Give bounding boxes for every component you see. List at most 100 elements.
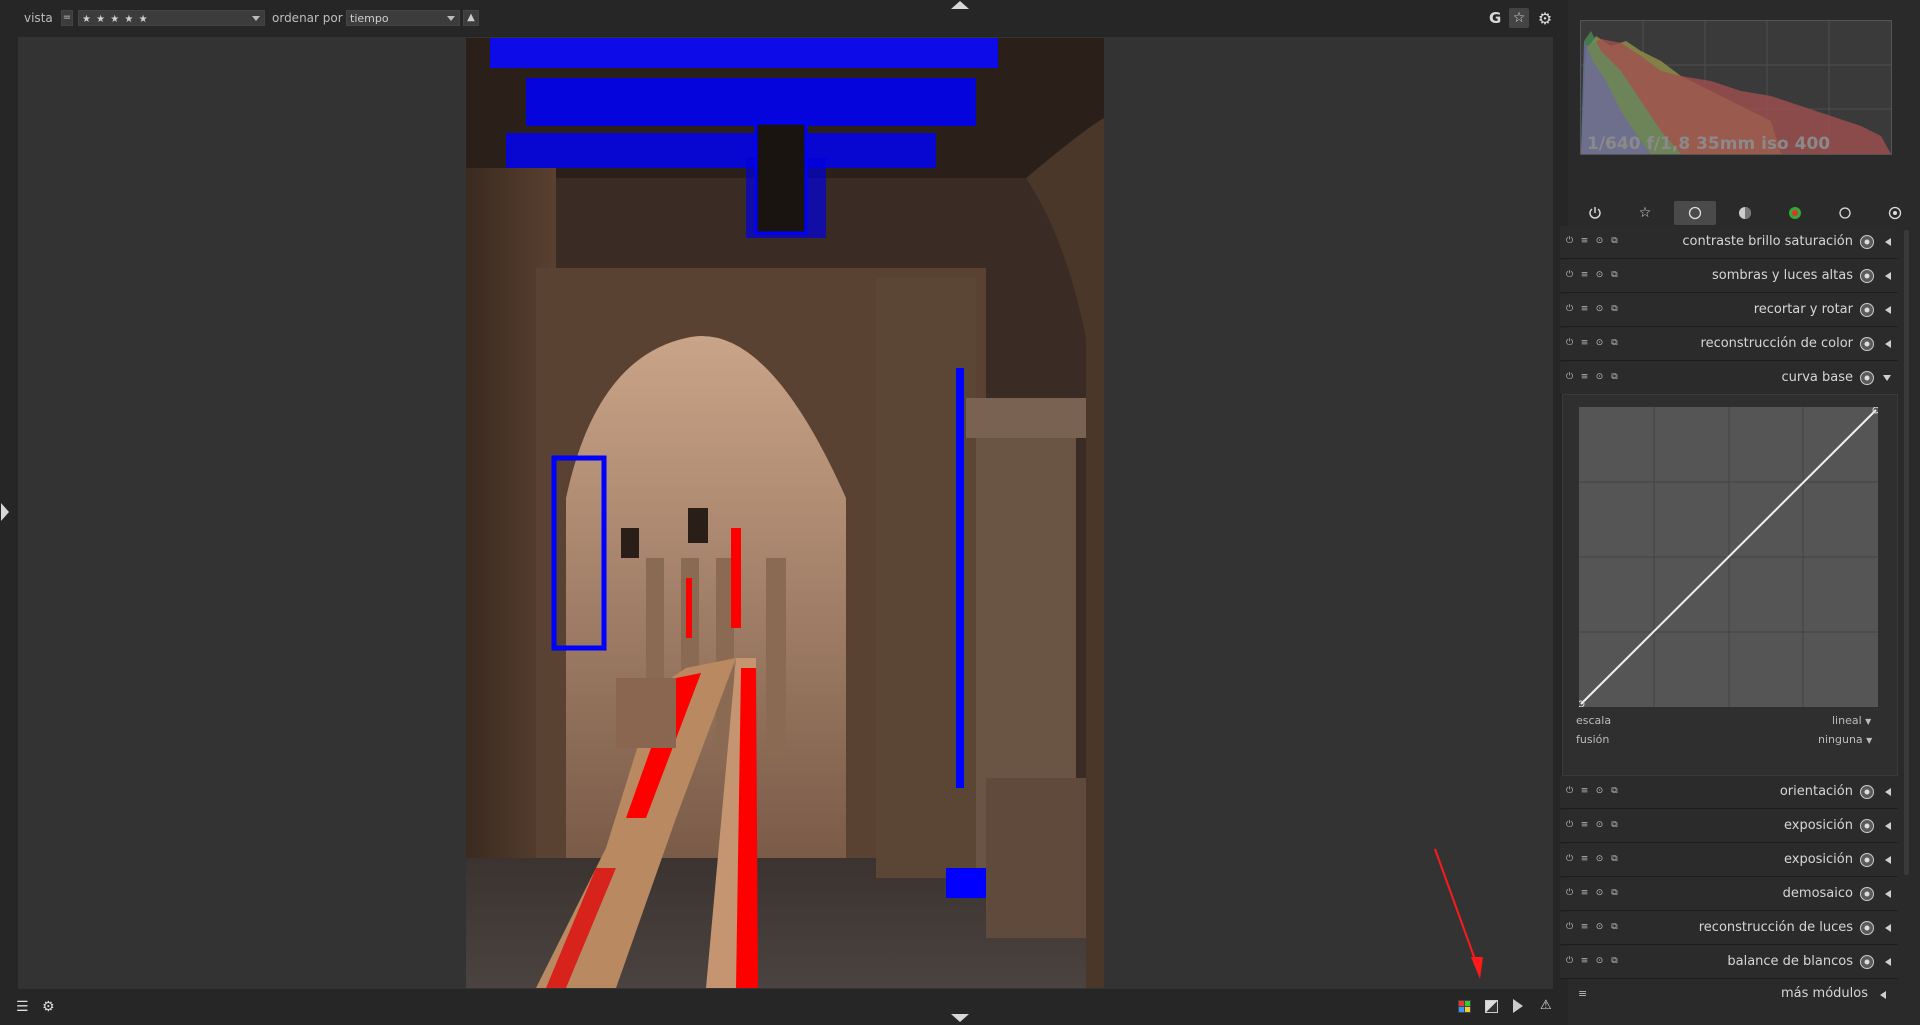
reset-icon[interactable]: ⊙ xyxy=(1594,785,1605,796)
styles-icon[interactable]: ⚙ xyxy=(42,999,60,1017)
sort-select[interactable]: tiempo xyxy=(346,10,460,26)
reset-icon[interactable]: ⊙ xyxy=(1594,887,1605,898)
view-rating-select[interactable]: ★ ★ ★ ★ ★ xyxy=(78,10,265,26)
expand-module-icon[interactable] xyxy=(1885,272,1891,280)
multi-instance-icon[interactable]: ⧉ xyxy=(1609,269,1620,280)
power-icon[interactable]: ⏻ xyxy=(1564,921,1575,932)
expand-module-icon[interactable] xyxy=(1885,856,1891,864)
module-row[interactable]: ⏻ ≡ ⊙ ⧉ exposición xyxy=(1560,844,1898,877)
reset-icon[interactable]: ⊙ xyxy=(1594,371,1605,382)
sphere-icon xyxy=(1859,268,1875,284)
power-icon[interactable]: ⏻ xyxy=(1564,371,1575,382)
star-icon[interactable]: ☆ xyxy=(1509,8,1529,28)
multi-instance-icon[interactable]: ⧉ xyxy=(1609,337,1620,348)
module-row[interactable]: ⏻ ≡ ⊙ ⧉ recortar y rotar xyxy=(1560,294,1898,327)
power-icon[interactable]: ⏻ xyxy=(1564,785,1575,796)
reset-icon[interactable]: ⊙ xyxy=(1594,819,1605,830)
base-icon[interactable] xyxy=(1674,201,1716,225)
softproof-icon[interactable] xyxy=(1513,999,1523,1013)
power-icon[interactable]: ⏻ xyxy=(1564,235,1575,246)
power-icon[interactable]: ⏻ xyxy=(1564,955,1575,966)
multi-instance-icon[interactable]: ⧉ xyxy=(1609,955,1620,966)
preset-menu-icon[interactable]: ≡ xyxy=(1579,303,1590,314)
module-row[interactable]: ⏻ ≡ ⊙ ⧉ orientación xyxy=(1560,776,1898,809)
correct-icon[interactable] xyxy=(1824,201,1866,225)
multi-instance-icon[interactable]: ⧉ xyxy=(1609,853,1620,864)
reset-icon[interactable]: ⊙ xyxy=(1594,303,1605,314)
crop-icon xyxy=(1859,302,1875,318)
preset-menu-icon[interactable]: ≡ xyxy=(1579,785,1590,796)
effect-icon[interactable] xyxy=(1874,201,1916,225)
reset-icon[interactable]: ⊙ xyxy=(1594,853,1605,864)
expand-module-icon[interactable] xyxy=(1885,306,1891,314)
collapse-left-panel-icon[interactable] xyxy=(1,503,9,521)
power-icon[interactable] xyxy=(1574,201,1616,225)
preset-menu-icon[interactable]: ≡ xyxy=(1579,371,1590,382)
curve-scale-select[interactable]: lineal ▼ xyxy=(1832,714,1871,727)
preset-menu-icon[interactable]: ≡ xyxy=(1579,235,1590,246)
curve-blend-select[interactable]: ninguna ▼ xyxy=(1818,733,1872,746)
more-modules-row[interactable]: ≡ más módulos xyxy=(1560,981,1898,1009)
module-row[interactable]: ⏻ ≡ ⊙ ⧉ demosaico xyxy=(1560,878,1898,911)
module-row[interactable]: ⏻ ≡ ⊙ ⧉ balance de blancos xyxy=(1560,946,1898,979)
preset-menu-icon[interactable]: ≡ xyxy=(1579,887,1590,898)
power-icon[interactable]: ⏻ xyxy=(1564,303,1575,314)
preset-menu-icon[interactable]: ≡ xyxy=(1579,269,1590,280)
module-row[interactable]: ⏻ ≡ ⊙ ⧉ reconstrucción de luces xyxy=(1560,912,1898,945)
favourites-icon[interactable]: ☆ xyxy=(1624,201,1666,225)
gamut-check-icon[interactable]: ⚠ xyxy=(1540,999,1552,1013)
reset-icon[interactable]: ⊙ xyxy=(1594,955,1605,966)
reset-icon[interactable]: ⊙ xyxy=(1594,337,1605,348)
multi-instance-icon[interactable]: ⧉ xyxy=(1609,235,1620,246)
collapse-top-panel-icon[interactable] xyxy=(951,1,969,9)
more-modules-menu-icon[interactable]: ≡ xyxy=(1578,987,1587,1000)
power-icon[interactable]: ⏻ xyxy=(1564,819,1575,830)
collapse-bottom-panel-icon[interactable] xyxy=(951,1014,969,1022)
multi-instance-icon[interactable]: ⧉ xyxy=(1609,819,1620,830)
multi-instance-icon[interactable]: ⧉ xyxy=(1609,887,1620,898)
view-operator-select[interactable]: = xyxy=(61,10,73,26)
expand-module-icon[interactable] xyxy=(1885,924,1891,932)
sort-direction-button[interactable]: ▲ xyxy=(463,10,479,26)
power-icon[interactable]: ⏻ xyxy=(1564,853,1575,864)
multi-instance-icon[interactable]: ⧉ xyxy=(1609,303,1620,314)
module-row[interactable]: ⏻ ≡ ⊙ ⧉ sombras y luces altas xyxy=(1560,260,1898,293)
preset-menu-icon[interactable]: ≡ xyxy=(1579,337,1590,348)
multi-instance-icon[interactable]: ⧉ xyxy=(1609,785,1620,796)
color-icon[interactable] xyxy=(1774,201,1816,225)
tone-icon[interactable] xyxy=(1724,201,1766,225)
power-icon[interactable]: ⏻ xyxy=(1564,887,1575,898)
grouping-icon[interactable]: G xyxy=(1489,9,1501,27)
reset-icon[interactable]: ⊙ xyxy=(1594,269,1605,280)
expand-module-icon[interactable] xyxy=(1885,822,1891,830)
expand-module-icon[interactable] xyxy=(1885,890,1891,898)
reset-icon[interactable]: ⊙ xyxy=(1594,235,1605,246)
preset-menu-icon[interactable]: ≡ xyxy=(1579,921,1590,932)
multi-instance-icon[interactable]: ⧉ xyxy=(1609,921,1620,932)
gear-icon[interactable]: ⚙ xyxy=(1535,8,1555,28)
module-row[interactable]: ⏻ ≡ ⊙ ⧉ exposición xyxy=(1560,810,1898,843)
module-row[interactable]: ⏻ ≡ ⊙ ⧉ curva base xyxy=(1560,362,1898,395)
expand-module-icon[interactable] xyxy=(1885,340,1891,348)
preset-menu-icon[interactable]: ≡ xyxy=(1579,853,1590,864)
expand-module-icon[interactable] xyxy=(1885,238,1891,246)
module-row[interactable]: ⏻ ≡ ⊙ ⧉ reconstrucción de color xyxy=(1560,328,1898,361)
color-assessment-icon[interactable] xyxy=(1458,1000,1471,1013)
power-icon[interactable]: ⏻ xyxy=(1564,337,1575,348)
histogram[interactable]: 1/640 f/1,8 35mm iso 400 xyxy=(1580,20,1892,155)
expand-more-modules-icon[interactable] xyxy=(1880,991,1886,999)
curve-graph[interactable] xyxy=(1577,406,1880,708)
clipping-indicator-icon[interactable] xyxy=(1485,1000,1498,1013)
panel-scrollbar[interactable] xyxy=(1904,230,1909,875)
expand-module-icon[interactable] xyxy=(1885,788,1891,796)
menu-icon[interactable]: ☰ xyxy=(16,1000,30,1014)
expand-module-icon[interactable] xyxy=(1885,958,1891,966)
reset-icon[interactable]: ⊙ xyxy=(1594,921,1605,932)
preset-menu-icon[interactable]: ≡ xyxy=(1579,819,1590,830)
highlight-icon xyxy=(1859,920,1875,936)
module-row[interactable]: ⏻ ≡ ⊙ ⧉ contraste brillo saturación xyxy=(1560,226,1898,259)
collapse-module-icon[interactable] xyxy=(1883,375,1891,381)
power-icon[interactable]: ⏻ xyxy=(1564,269,1575,280)
preset-menu-icon[interactable]: ≡ xyxy=(1579,955,1590,966)
multi-instance-icon[interactable]: ⧉ xyxy=(1609,371,1620,382)
